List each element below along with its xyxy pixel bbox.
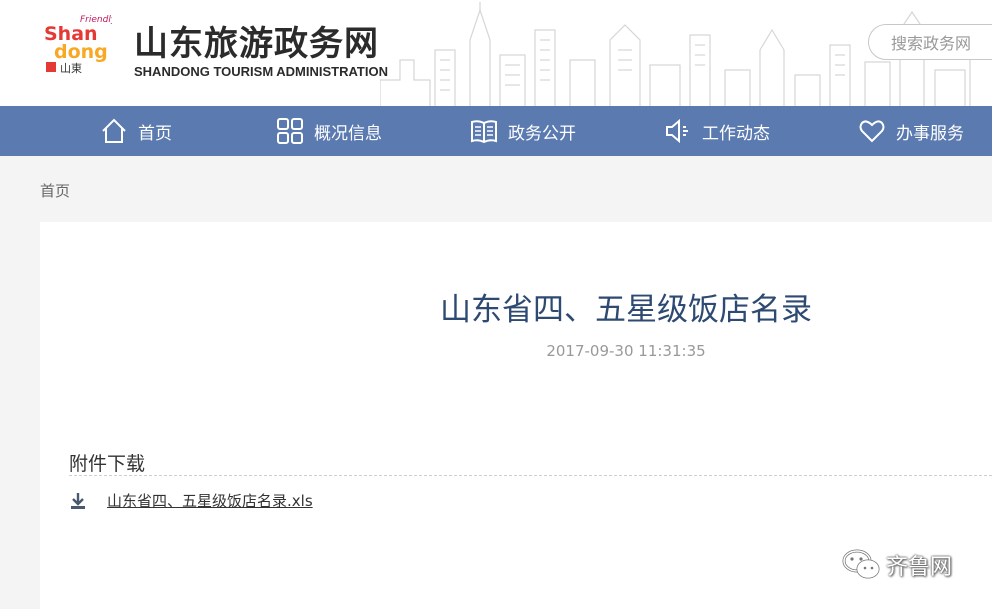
home-icon [102, 118, 126, 143]
svg-text:dong: dong [54, 41, 108, 63]
heart-icon [859, 120, 885, 143]
nav-item-label: 办事服务 [896, 123, 964, 144]
speaker-icon [666, 118, 688, 144]
site-header: Friendly Shan dong 山東 山东旅游政务网 SHANDONG T… [0, 0, 992, 106]
nav-item-label: 概况信息 [314, 123, 382, 144]
svg-text:山東: 山東 [60, 62, 82, 75]
attachments-heading: 附件下载 [69, 453, 146, 475]
page-title: 山东省四、五星级饭店名录 [440, 292, 812, 328]
grid-icon [277, 118, 303, 144]
book-icon [471, 120, 497, 144]
nav-item-label: 政务公开 [508, 123, 576, 144]
nav-item-overview[interactable]: 概况信息 [276, 106, 382, 156]
nav-item-label: 工作动态 [702, 123, 770, 144]
breadcrumb-home[interactable]: 首页 [40, 180, 70, 201]
watermark: 齐鲁网 [842, 548, 952, 582]
search-box [868, 24, 992, 61]
nav-item-label: 首页 [138, 123, 172, 144]
nav-item-public-affairs[interactable]: 政务公开 [470, 106, 576, 156]
download-icon[interactable] [69, 492, 87, 510]
publish-date: 2017-09-30 11:31:35 [546, 342, 706, 360]
wechat-icon [842, 549, 880, 579]
site-subtitle: SHANDONG TOURISM ADMINISTRATION [134, 64, 388, 79]
attachment-link[interactable]: 山东省四、五星级饭店名录.xls [107, 490, 313, 511]
nav-item-services[interactable]: 办事服务 [858, 106, 964, 156]
divider [69, 475, 992, 476]
attachment-item: 山东省四、五星级饭店名录.xls [69, 490, 313, 511]
site-title: 山东旅游政务网 [134, 24, 379, 64]
watermark-text: 齐鲁网 [886, 555, 953, 580]
main-nav: 首页 概况信息 政务公开 工作动态 办事服务 [0, 106, 992, 156]
nav-item-work-news[interactable]: 工作动态 [664, 106, 770, 156]
nav-item-home[interactable]: 首页 [100, 106, 172, 156]
shandong-logo: Friendly Shan dong 山東 [44, 15, 112, 75]
search-input[interactable] [889, 25, 992, 61]
